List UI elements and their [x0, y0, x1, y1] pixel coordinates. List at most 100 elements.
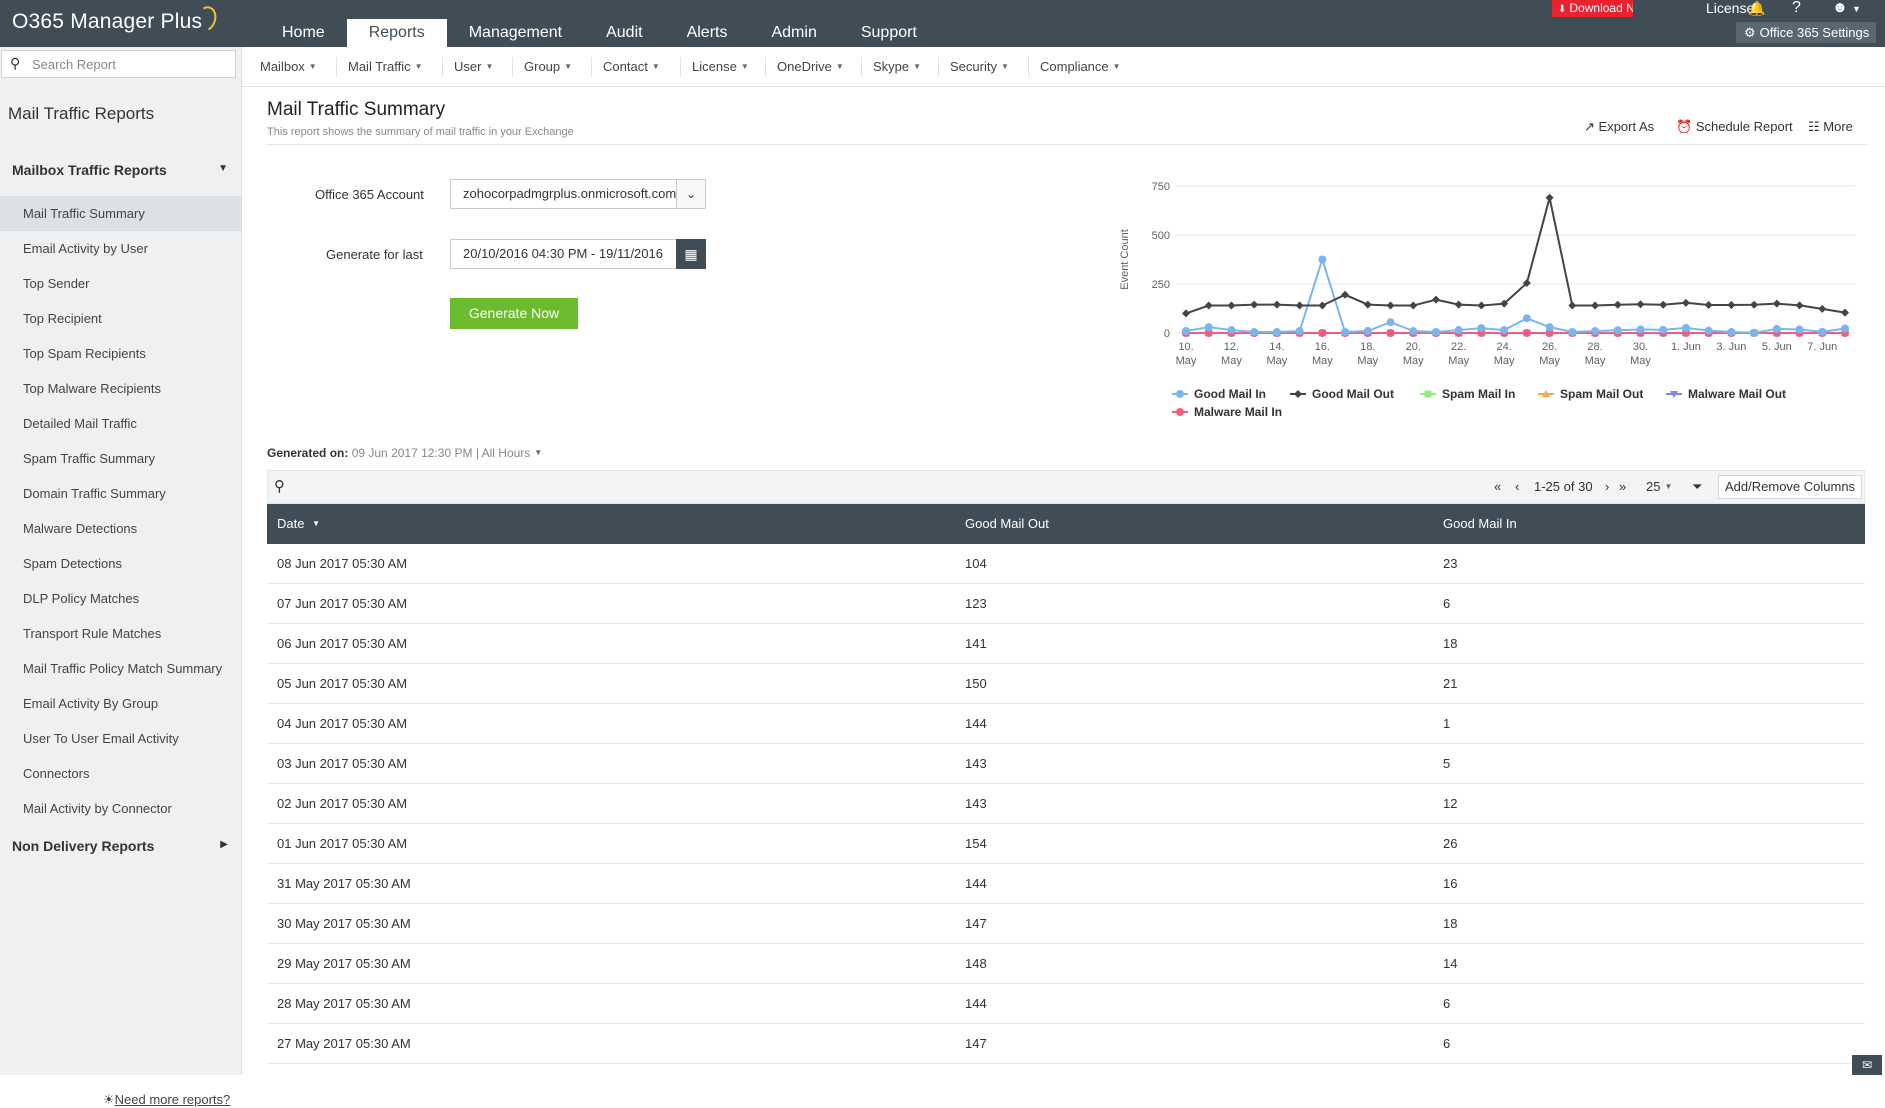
user-account-icon[interactable]: ☻ ▼	[1832, 0, 1861, 17]
need-more-reports-link[interactable]: ☀Need more reports?	[103, 1092, 230, 1108]
subnav-contact[interactable]: Contact ▼	[603, 59, 660, 74]
sidebar-item-transport-rule-matches[interactable]: Transport Rule Matches	[0, 616, 241, 651]
subnav-compliance[interactable]: Compliance ▼	[1040, 59, 1121, 74]
sidebar-item-top-recipient[interactable]: Top Recipient	[0, 301, 241, 336]
legend-item-good-mail-in[interactable]: Good Mail In	[1194, 387, 1266, 401]
table-row[interactable]: 30 May 2017 05:30 AM 147 18	[267, 904, 1865, 944]
hours-dropdown[interactable]: All Hours ▼	[482, 446, 543, 460]
data-point-good-mail-out	[1841, 308, 1849, 317]
legend-item-good-mail-out[interactable]: Good Mail Out	[1312, 387, 1394, 401]
account-dropdown-chevron-icon[interactable]: ⌄	[676, 179, 706, 209]
report-search-input[interactable]: ⚲ Search Report	[1, 50, 236, 78]
data-point-good-mail-in	[1681, 323, 1690, 332]
nav-tab-home[interactable]: Home	[260, 19, 347, 47]
nav-tab-support[interactable]: Support	[839, 19, 939, 47]
sidebar-item-domain-traffic-summary[interactable]: Domain Traffic Summary	[0, 476, 241, 511]
subnav-mailbox[interactable]: Mailbox ▼	[260, 59, 317, 74]
sidebar-item-mail-traffic-policy-match-summary[interactable]: Mail Traffic Policy Match Summary	[0, 651, 241, 686]
legend-item-malware-mail-in[interactable]: Malware Mail In	[1194, 405, 1282, 419]
subnav-onedrive[interactable]: OneDrive ▼	[777, 59, 844, 74]
nav-tab-audit[interactable]: Audit	[584, 19, 664, 47]
first-page-icon[interactable]: «	[1494, 479, 1501, 494]
sidebar-item-mail-activity-by-connector[interactable]: Mail Activity by Connector	[0, 791, 241, 826]
app-logo[interactable]: O365 Manager Plus	[12, 3, 221, 35]
next-page-icon[interactable]: ›	[1605, 479, 1609, 494]
table-row[interactable]: 07 Jun 2017 05:30 AM 123 6	[267, 584, 1865, 624]
sidebar-item-top-sender[interactable]: Top Sender	[0, 266, 241, 301]
sidebar-item-top-malware-recipients[interactable]: Top Malware Recipients	[0, 371, 241, 406]
subnav-group[interactable]: Group ▼	[524, 59, 572, 74]
table-cell-good-mail-in: 12	[1443, 796, 1458, 811]
data-point-good-mail-out	[1772, 299, 1781, 308]
table-row[interactable]: 02 Jun 2017 05:30 AM 143 12	[267, 784, 1865, 824]
add-remove-columns-button[interactable]: Add/Remove Columns	[1718, 475, 1863, 499]
legend-item-malware-mail-out[interactable]: Malware Mail Out	[1688, 387, 1786, 401]
table-row[interactable]: 06 Jun 2017 05:30 AM 141 18	[267, 624, 1865, 664]
nav-tab-alerts[interactable]: Alerts	[665, 19, 750, 47]
subnav-skype[interactable]: Skype ▼	[873, 59, 921, 74]
help-icon[interactable]: ?	[1792, 0, 1801, 16]
office365-settings-button[interactable]: ⚙ Office 365 Settings	[1736, 22, 1876, 43]
table-row[interactable]: 01 Jun 2017 05:30 AM 154 26	[267, 824, 1865, 864]
export-as-button[interactable]: ↗ Export As	[1584, 119, 1654, 135]
subnav-separator	[1028, 57, 1029, 77]
section-mailbox-traffic-reports[interactable]: Mailbox Traffic Reports ▼	[12, 162, 230, 178]
more-button[interactable]: ☷ More	[1808, 119, 1853, 135]
subnav-security[interactable]: Security ▼	[950, 59, 1009, 74]
column-header-good-mail-in[interactable]: Good Mail In	[1443, 516, 1517, 531]
caret-down-icon: ▼	[835, 62, 844, 71]
sidebar-item-malware-detections[interactable]: Malware Detections	[0, 511, 241, 546]
table-row[interactable]: 27 May 2017 05:30 AM 147 6	[267, 1024, 1865, 1064]
generate-now-button[interactable]: Generate Now	[450, 298, 578, 329]
page-size-select[interactable]: 25 ▼	[1646, 479, 1672, 494]
subnav-mail-traffic[interactable]: Mail Traffic ▼	[348, 59, 423, 74]
nav-tab-admin[interactable]: Admin	[749, 19, 838, 47]
table-row[interactable]: 28 May 2017 05:30 AM 144 6	[267, 984, 1865, 1024]
section-non-delivery-reports[interactable]: Non Delivery Reports ▶	[12, 838, 230, 854]
subnav-license[interactable]: License ▼	[692, 59, 749, 74]
calendar-icon[interactable]: ▦	[676, 239, 706, 269]
schedule-report-button[interactable]: ⏰ Schedule Report	[1676, 119, 1793, 135]
table-row[interactable]: 04 Jun 2017 05:30 AM 144 1	[267, 704, 1865, 744]
sidebar-item-user-to-user-email-activity[interactable]: User To User Email Activity	[0, 721, 241, 756]
notification-bell-icon[interactable]: 🔔	[1748, 0, 1765, 16]
account-select[interactable]: zohocorpadmgrplus.onmicrosoft.com	[450, 179, 677, 209]
sidebar-item-email-activity-by-user[interactable]: Email Activity by User	[0, 231, 241, 266]
nav-tab-reports[interactable]: Reports	[346, 19, 447, 47]
legend-item-spam-mail-out[interactable]: Spam Mail Out	[1560, 387, 1643, 401]
sidebar-item-email-activity-by-group[interactable]: Email Activity By Group	[0, 686, 241, 721]
table-row[interactable]: 05 Jun 2017 05:30 AM 150 21	[267, 664, 1865, 704]
prev-page-icon[interactable]: ‹	[1515, 479, 1519, 494]
export-icon: ↗	[1584, 119, 1595, 134]
table-cell-good-mail-out: 148	[965, 956, 987, 971]
chat-icon[interactable]: ✉	[1852, 1055, 1882, 1075]
period-input[interactable]: 20/10/2016 04:30 PM - 19/11/2016	[450, 239, 677, 269]
table-search-icon[interactable]: ⚲	[274, 477, 285, 495]
sidebar-item-spam-traffic-summary[interactable]: Spam Traffic Summary	[0, 441, 241, 476]
data-point-good-mail-in	[1818, 327, 1827, 336]
caret-down-icon: ▼	[1664, 482, 1673, 491]
table-row[interactable]: 29 May 2017 05:30 AM 148 14	[267, 944, 1865, 984]
legend-item-spam-mail-in[interactable]: Spam Mail In	[1442, 387, 1515, 401]
column-header-good-mail-out[interactable]: Good Mail Out	[965, 516, 1049, 531]
sidebar-item-top-spam-recipients[interactable]: Top Spam Recipients	[0, 336, 241, 371]
sidebar-item-dlp-policy-matches[interactable]: DLP Policy Matches	[0, 581, 241, 616]
series-line-good-mail-out	[1185, 197, 1846, 315]
sidebar-item-detailed-mail-traffic[interactable]: Detailed Mail Traffic	[0, 406, 241, 441]
sidebar-item-mail-traffic-summary[interactable]: Mail Traffic Summary	[0, 196, 241, 231]
sidebar-item-connectors[interactable]: Connectors	[0, 756, 241, 791]
table-row[interactable]: 08 Jun 2017 05:30 AM 104 23	[267, 544, 1865, 584]
download-now-button[interactable]: ⬇Download Now	[1552, 0, 1633, 17]
data-point-good-mail-out	[1272, 300, 1281, 309]
filter-icon[interactable]: ⏷	[1692, 479, 1702, 495]
nav-tab-management[interactable]: Management	[447, 19, 584, 47]
account-label: Office 365 Account	[315, 187, 424, 202]
table-cell-date: 03 Jun 2017 05:30 AM	[277, 756, 408, 771]
data-point-good-mail-in	[1363, 327, 1372, 336]
subnav-user[interactable]: User ▼	[454, 59, 493, 74]
table-row[interactable]: 31 May 2017 05:30 AM 144 16	[267, 864, 1865, 904]
sidebar-item-spam-detections[interactable]: Spam Detections	[0, 546, 241, 581]
table-row[interactable]: 03 Jun 2017 05:30 AM 143 5	[267, 744, 1865, 784]
last-page-icon[interactable]: »	[1619, 479, 1626, 494]
column-header-date[interactable]: Date ▼	[277, 516, 320, 531]
